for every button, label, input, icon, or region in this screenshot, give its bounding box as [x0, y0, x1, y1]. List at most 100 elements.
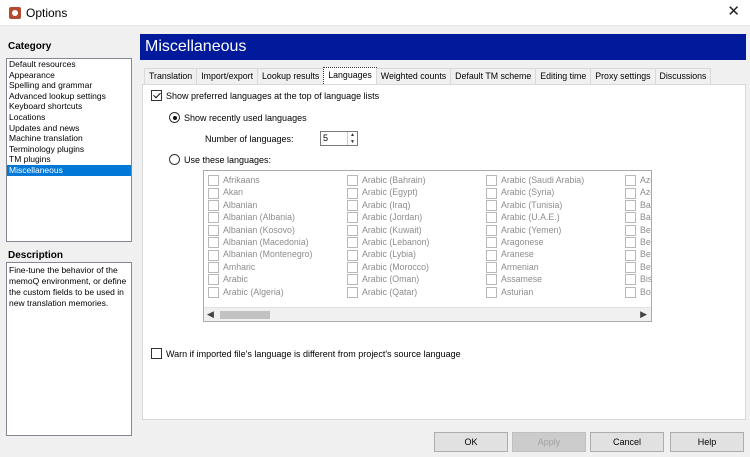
language-checkbox[interactable] — [347, 274, 358, 286]
language-checkbox[interactable] — [625, 286, 636, 298]
category-item[interactable]: Locations — [7, 112, 131, 123]
language-item[interactable]: Afrikaans — [208, 174, 313, 187]
language-item[interactable]: Aragonese — [486, 236, 584, 249]
language-item[interactable]: Arabic (Saudi Arabia) — [486, 174, 584, 187]
ok-button[interactable]: OK — [434, 432, 508, 452]
language-item[interactable]: Aranese — [486, 248, 584, 261]
category-item[interactable]: Spelling and grammar — [7, 80, 131, 91]
language-checkbox[interactable] — [486, 261, 497, 273]
language-item[interactable]: Aze — [625, 174, 651, 187]
help-button[interactable]: Help — [670, 432, 744, 452]
tab-item[interactable]: Discussions — [654, 68, 712, 84]
language-item[interactable]: Arabic (Iraq) — [347, 199, 429, 211]
use-these-radio[interactable] — [169, 154, 180, 166]
language-checkbox[interactable] — [347, 261, 358, 273]
language-checkbox[interactable] — [625, 187, 636, 199]
close-icon[interactable]: ✕ — [727, 3, 740, 21]
language-item[interactable]: Arabic (Egypt) — [347, 186, 429, 199]
language-checkbox[interactable] — [625, 199, 636, 211]
scroll-right-icon[interactable]: ▶ — [640, 308, 647, 321]
language-item[interactable]: Albanian (Montenegro) — [208, 248, 313, 261]
language-item[interactable]: Bas — [625, 199, 651, 211]
language-checkbox[interactable] — [347, 175, 358, 187]
language-item[interactable]: Arabic (Tunisia) — [486, 199, 584, 211]
language-checkbox[interactable] — [625, 261, 636, 273]
language-checkbox[interactable] — [347, 199, 358, 211]
language-item[interactable]: Ber — [625, 248, 651, 261]
language-item[interactable]: Ber — [625, 236, 651, 249]
language-checkbox[interactable] — [625, 224, 636, 236]
language-item[interactable]: Arabic (Morocco) — [347, 261, 429, 273]
language-checkbox[interactable] — [486, 187, 497, 199]
language-checkbox[interactable] — [625, 175, 636, 187]
language-item[interactable]: Ber — [625, 261, 651, 273]
language-item[interactable]: Arabic (Kuwait) — [347, 224, 429, 236]
language-item[interactable]: Albanian — [208, 199, 313, 211]
category-item[interactable]: Appearance — [7, 70, 131, 81]
warn-language-checkbox[interactable] — [151, 348, 162, 360]
category-item[interactable]: Machine translation — [7, 133, 131, 144]
language-checkbox[interactable] — [625, 249, 636, 261]
language-checkbox[interactable] — [486, 224, 497, 236]
language-item[interactable]: Arabic (Jordan) — [347, 211, 429, 224]
cancel-button[interactable]: Cancel — [590, 432, 664, 452]
language-item[interactable]: Bis — [625, 273, 651, 286]
show-preferred-option[interactable]: Show preferred languages at the top of l… — [151, 90, 379, 102]
language-item[interactable]: Arabic (Bahrain) — [347, 174, 429, 187]
category-item[interactable]: Keyboard shortcuts — [7, 101, 131, 112]
language-item[interactable]: Bos — [625, 286, 651, 298]
tab-item[interactable]: Import/export — [196, 68, 259, 84]
category-list[interactable]: Default resources Appearance Spelling and … — [6, 58, 132, 242]
language-item[interactable]: Albanian (Macedonia) — [208, 236, 313, 249]
language-checkbox[interactable] — [486, 249, 497, 261]
tab-item[interactable]: Default TM scheme — [450, 68, 537, 84]
language-checkbox[interactable] — [486, 237, 497, 249]
language-checkbox[interactable] — [347, 212, 358, 224]
language-checkbox[interactable] — [208, 187, 219, 199]
language-item[interactable]: Assamese — [486, 273, 584, 286]
category-item[interactable]: Advanced lookup settings — [7, 91, 131, 102]
language-checkbox[interactable] — [208, 286, 219, 298]
number-of-languages-stepper[interactable]: 5 ▲ ▼ — [320, 131, 358, 146]
scroll-left-icon[interactable]: ◀ — [207, 308, 214, 321]
language-checkbox[interactable] — [625, 237, 636, 249]
scroll-thumb[interactable] — [220, 311, 270, 319]
show-recent-option[interactable]: Show recently used languages — [169, 112, 307, 124]
language-item[interactable]: Arabic (Lebanon) — [347, 236, 429, 249]
use-these-option[interactable]: Use these languages: — [169, 154, 271, 166]
horizontal-scrollbar[interactable]: ◀ ▶ — [204, 307, 651, 321]
language-item[interactable]: Arabic — [208, 273, 313, 286]
language-item[interactable]: Bel — [625, 224, 651, 236]
language-item[interactable]: Arabic (Lybia) — [347, 248, 429, 261]
language-item[interactable]: Arabic (Yemen) — [486, 224, 584, 236]
language-checkbox[interactable] — [347, 224, 358, 236]
language-item[interactable]: Arabic (U.A.E.) — [486, 211, 584, 224]
tab-item[interactable]: Languages — [323, 67, 377, 84]
language-checkbox[interactable] — [486, 199, 497, 211]
apply-button[interactable]: Apply — [512, 432, 586, 452]
language-checkbox[interactable] — [208, 199, 219, 211]
language-item[interactable]: Albanian (Albania) — [208, 211, 313, 224]
language-checkbox[interactable] — [208, 261, 219, 273]
language-item[interactable]: Aze — [625, 186, 651, 199]
tab-item[interactable]: Weighted counts — [375, 68, 452, 84]
tab-item[interactable]: Proxy settings — [590, 68, 656, 84]
language-list[interactable]: AzeAzeBasBasBelBerBerBerBisBosArabic (Sa… — [203, 170, 652, 322]
tab-item[interactable]: Editing time — [535, 68, 592, 84]
language-item[interactable]: Akan — [208, 186, 313, 199]
category-item[interactable]: TM plugins — [7, 154, 131, 165]
language-item[interactable]: Bas — [625, 211, 651, 224]
language-checkbox[interactable] — [208, 175, 219, 187]
language-item[interactable]: Arabic (Oman) — [347, 273, 429, 286]
language-item[interactable]: Amharic — [208, 261, 313, 273]
show-preferred-checkbox[interactable] — [151, 90, 162, 102]
language-checkbox[interactable] — [347, 187, 358, 199]
language-checkbox[interactable] — [625, 274, 636, 286]
category-item[interactable]: Terminology plugins — [7, 144, 131, 155]
language-checkbox[interactable] — [208, 249, 219, 261]
category-item[interactable]: Default resources — [7, 59, 131, 70]
language-item[interactable]: Arabic (Qatar) — [347, 286, 429, 298]
language-checkbox[interactable] — [208, 237, 219, 249]
tab-item[interactable]: Lookup results — [257, 68, 325, 84]
language-checkbox[interactable] — [486, 175, 497, 187]
